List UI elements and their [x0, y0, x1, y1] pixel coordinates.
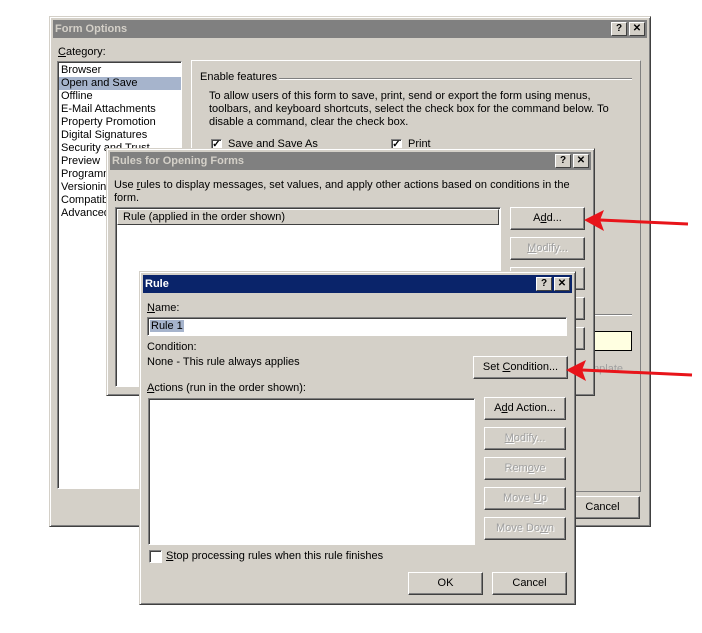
- rule-dialog: Rule ? ✕ Name: Rule 1 Condition: None - …: [139, 271, 576, 605]
- form-options-title: Form Options: [55, 23, 128, 35]
- help-button[interactable]: ?: [555, 154, 571, 168]
- form-options-cancel-button[interactable]: Cancel: [565, 496, 640, 519]
- category-item[interactable]: Open and Save: [59, 77, 181, 90]
- enable-features-heading: Enable features: [200, 71, 278, 83]
- enable-features-text: To allow users of this form to save, pri…: [209, 90, 609, 128]
- actions-label: Actions (run in the order shown):: [147, 382, 306, 394]
- rules-titlebar[interactable]: Rules for Opening Forms ? ✕: [110, 152, 591, 170]
- stop-processing-checkbox[interactable]: [149, 550, 162, 563]
- help-button[interactable]: ?: [536, 277, 552, 291]
- name-input-value: Rule 1: [150, 320, 184, 332]
- close-icon[interactable]: ✕: [629, 22, 645, 36]
- ok-button[interactable]: OK: [408, 572, 483, 595]
- close-icon[interactable]: ✕: [573, 154, 589, 168]
- category-label: Category:: [58, 46, 106, 58]
- name-label: Name:: [147, 302, 180, 314]
- actions-move-up-button[interactable]: Move Up: [484, 487, 566, 510]
- rule-cancel-button[interactable]: Cancel: [492, 572, 567, 595]
- actions-modify-button[interactable]: Modify...: [484, 427, 566, 450]
- rules-modify-button[interactable]: Modify...: [510, 237, 585, 260]
- annotation-arrow-set-condition: [566, 360, 693, 381]
- condition-value: None - This rule always applies: [147, 356, 300, 368]
- actions-list[interactable]: [148, 398, 475, 545]
- add-action-button[interactable]: Add Action...: [484, 397, 566, 420]
- category-item[interactable]: Browser: [59, 64, 181, 77]
- form-options-titlebar[interactable]: Form Options ? ✕: [53, 20, 647, 38]
- rule-titlebar[interactable]: Rule ? ✕: [143, 275, 572, 293]
- actions-remove-button[interactable]: Remove: [484, 457, 566, 480]
- help-button[interactable]: ?: [611, 22, 627, 36]
- arrow-shaft: [599, 218, 689, 226]
- name-input[interactable]: Rule 1: [147, 317, 567, 336]
- category-item[interactable]: Digital Signatures: [59, 129, 181, 142]
- annotation-arrow-add: [584, 210, 689, 231]
- actions-move-down-button[interactable]: Move Down: [484, 517, 566, 540]
- condition-label: Condition:: [147, 341, 197, 353]
- enable-features-divider: [279, 78, 632, 80]
- stop-processing-label: Stop processing rules when this rule fin…: [166, 550, 384, 562]
- arrow-shaft: [581, 368, 693, 377]
- rules-title: Rules for Opening Forms: [112, 155, 245, 167]
- rules-add-button[interactable]: Add...: [510, 207, 585, 230]
- category-item[interactable]: Offline: [59, 90, 181, 103]
- rule-title: Rule: [145, 278, 169, 290]
- category-item[interactable]: Property Promotion: [59, 116, 181, 129]
- rules-list-header[interactable]: Rule (applied in the order shown): [117, 209, 499, 225]
- set-condition-button[interactable]: Set Condition...: [473, 356, 568, 379]
- category-item[interactable]: E-Mail Attachments: [59, 103, 181, 116]
- rules-description: Use rules to display messages, set value…: [114, 179, 570, 204]
- close-icon[interactable]: ✕: [554, 277, 570, 291]
